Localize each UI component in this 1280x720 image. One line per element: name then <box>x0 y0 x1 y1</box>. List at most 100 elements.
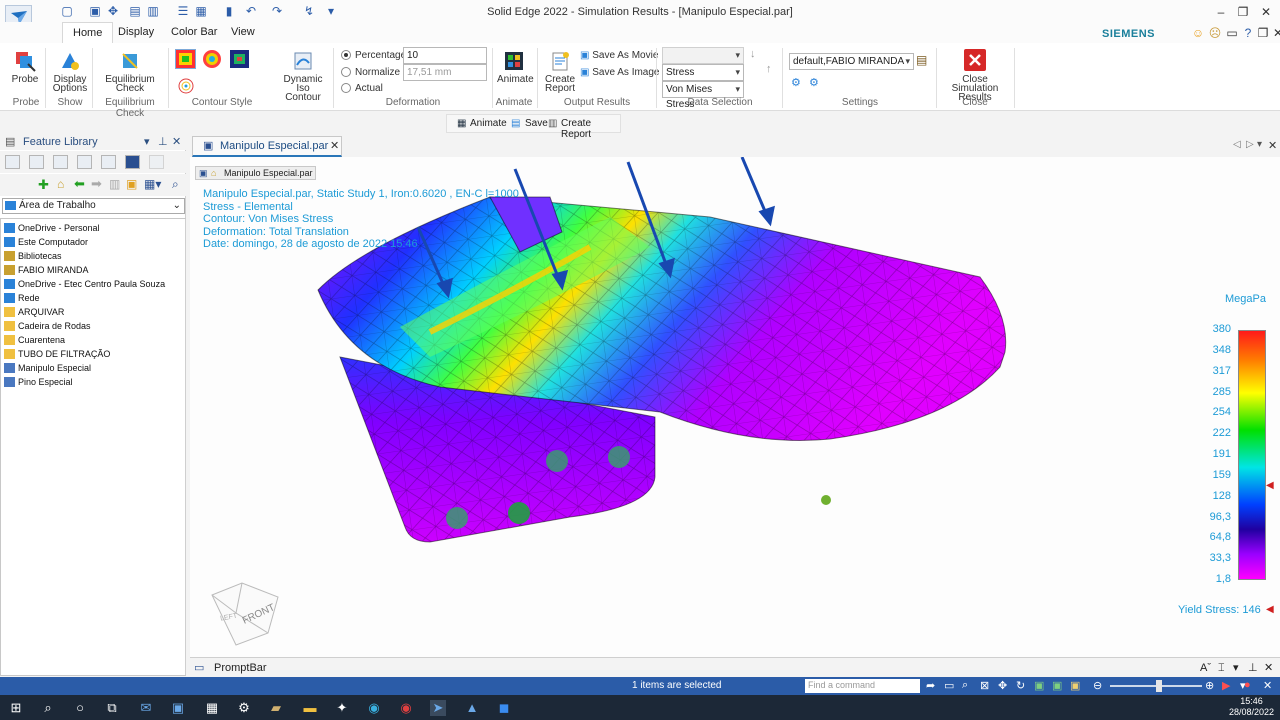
minibar-save-button[interactable]: Save <box>525 118 548 129</box>
normalize-input[interactable]: 17,51 mm <box>403 64 487 81</box>
list-item[interactable]: Manipulo Especial <box>4 361 91 375</box>
tab-display[interactable]: Display <box>108 22 164 43</box>
calculator-icon[interactable]: ▦ <box>204 700 220 716</box>
search-taskbar-icon[interactable]: ⌕ <box>40 700 56 716</box>
contour-smooth-button[interactable] <box>203 50 222 68</box>
list-item[interactable]: Cuarentena <box>4 333 65 347</box>
rotate-icon[interactable]: ↻ <box>1016 679 1025 692</box>
list-item[interactable]: Cadeira de Rodas <box>4 319 91 333</box>
graphics-viewport[interactable]: FRONT LEFT <box>190 156 1280 657</box>
normalize-radio-dot[interactable] <box>341 67 351 78</box>
folder-selector[interactable]: Área de Trabalho ⌄ <box>2 198 185 214</box>
tab-home[interactable]: Home <box>62 22 114 43</box>
tab-list-icon[interactable]: ▾ <box>1257 139 1262 150</box>
solid-edge-taskbar-icon[interactable]: ➤ <box>430 700 446 716</box>
color-bar[interactable] <box>1238 330 1266 580</box>
contour-fringe-button[interactable] <box>175 49 196 69</box>
settings-taskbar-icon[interactable]: ⚙ <box>236 700 252 716</box>
percentage-radio-dot[interactable] <box>341 50 351 61</box>
stress-model-view[interactable]: FRONT LEFT <box>190 156 1280 657</box>
promptbar-options-icon[interactable]: ▾ <box>1233 658 1239 678</box>
zoom-meeting-icon[interactable]: ◼ <box>496 700 512 716</box>
close-simulation-results-button[interactable]: Close Simulation Results <box>940 48 1010 103</box>
share-icon[interactable]: ➦ <box>926 679 935 692</box>
down-arrow-icon[interactable]: ↓ <box>750 48 756 60</box>
store-icon[interactable]: ▣ <box>170 700 186 716</box>
taskbar-clock[interactable]: 15:46 28/08/2022 <box>1229 696 1274 718</box>
pane-tool-icon-5[interactable] <box>101 155 116 169</box>
list-item[interactable]: Pino Especial <box>4 375 73 389</box>
close-doc-icon[interactable]: ✕ <box>1268 24 1280 42</box>
save-as-image-button[interactable]: ▣ Save As Image <box>580 67 660 78</box>
list-item[interactable]: OneDrive - Personal <box>4 221 100 235</box>
up-arrow-icon[interactable]: ↑ <box>766 63 772 75</box>
pin-icon[interactable]: ⊥ <box>158 135 168 148</box>
normalize-radio[interactable]: Normalize <box>341 67 400 78</box>
data-selection-dropdown-3[interactable]: Von Mises Stress <box>662 81 744 110</box>
settings-dropdown[interactable]: default,FABIO MIRANDA <box>789 53 914 70</box>
list-item[interactable]: Rede <box>4 291 40 305</box>
zoom-in-icon[interactable]: ⊕ <box>1205 679 1214 692</box>
equilibrium-check-button[interactable]: Equilibrium Check <box>100 50 160 94</box>
close-window-button[interactable]: ✕ <box>1256 3 1276 21</box>
minibar-create-report-button[interactable]: Create Report <box>561 118 620 140</box>
status-close-icon[interactable]: ✕ <box>1263 679 1272 692</box>
pane-tool-icon-6[interactable] <box>125 155 140 169</box>
pan-icon[interactable]: ✥ <box>998 679 1007 692</box>
text-clear-icon[interactable]: ⌶ <box>1218 658 1225 678</box>
chrome-icon[interactable]: ◉ <box>398 700 414 716</box>
settings-icon-1[interactable]: ⚙ <box>791 76 801 89</box>
list-item[interactable]: OneDrive - Etec Centro Paula Souza <box>4 277 165 291</box>
pane-options-icon[interactable]: ▾ <box>144 135 150 148</box>
promptbar-close-icon[interactable]: ✕ <box>1264 658 1273 678</box>
display-options-button[interactable]: Display Options <box>50 50 90 94</box>
pane-tool-icon-2[interactable] <box>29 155 44 169</box>
probe-button[interactable]: Probe <box>8 50 42 85</box>
document-tab[interactable]: ▣ Manipulo Especial.par ✕ <box>192 136 342 157</box>
forward-icon[interactable]: ➡ <box>91 176 102 192</box>
app-icon-3[interactable]: ▲ <box>464 700 480 716</box>
list-item[interactable]: Este Computador <box>4 235 88 249</box>
percentage-radio[interactable]: Percentage <box>341 50 406 61</box>
mail-icon[interactable]: ✉ <box>138 700 154 716</box>
tab-prev-icon[interactable]: ◁ <box>1233 139 1241 150</box>
data-selection-dropdown-1[interactable] <box>662 47 744 64</box>
file-explorer-icon[interactable]: ▬ <box>302 700 318 716</box>
contour-elemental-button[interactable] <box>230 50 249 68</box>
youtube-icon[interactable]: ▶ <box>1222 679 1230 692</box>
pane-tool-icon-3[interactable] <box>53 155 68 169</box>
dynamic-iso-contour-button[interactable]: Dynamic Iso Contour <box>277 50 329 103</box>
close-tab-icon[interactable]: ✕ <box>330 137 339 156</box>
search-icon[interactable]: ⌕ <box>172 177 179 192</box>
windows-start-icon[interactable]: ⊞ <box>8 700 24 716</box>
pane-tool-icon-1[interactable] <box>5 155 20 169</box>
fit-icon[interactable]: ⊠ <box>980 679 989 692</box>
zoom-slider-thumb[interactable] <box>1156 680 1162 692</box>
animate-button[interactable]: Animate <box>497 50 534 85</box>
viewport-document-chip[interactable]: ▣ ⌂ Manipulo Especial.par <box>195 166 316 180</box>
zoom-icon[interactable]: ⌕ <box>962 679 968 692</box>
percentage-input[interactable]: 10 <box>403 47 487 64</box>
new-folder-icon[interactable]: ▣ <box>126 177 137 191</box>
command-finder-input[interactable]: Find a command <box>805 679 920 693</box>
view-style-icon-2[interactable]: ▣ <box>1052 679 1062 692</box>
view-cube[interactable]: FRONT LEFT <box>211 582 279 646</box>
app-icon-1[interactable]: ▰ <box>268 700 284 716</box>
cortana-icon[interactable]: ○ <box>72 700 88 716</box>
view-style-icon-3[interactable]: ▣ <box>1070 679 1080 692</box>
view-options-icon[interactable]: ▦▾ <box>144 177 161 191</box>
task-view-icon[interactable]: ⧉ <box>104 700 120 716</box>
app-icon-2[interactable]: ✦ <box>334 700 350 716</box>
minibar-animate-button[interactable]: Animate <box>470 118 507 129</box>
tab-next-icon[interactable]: ▷ <box>1246 139 1254 150</box>
settings-save-icon[interactable]: ▤ <box>916 53 927 67</box>
list-item[interactable]: FABIO MIRANDA <box>4 263 89 277</box>
list-item[interactable]: TUBO DE FILTRAÇÃO <box>4 347 110 361</box>
restore-button[interactable]: ❐ <box>1233 3 1253 21</box>
back-icon[interactable]: ⬅ <box>74 176 85 192</box>
actual-radio[interactable]: Actual <box>341 83 383 94</box>
save-as-movie-button[interactable]: ▣ Save As Movie <box>580 50 658 61</box>
data-selection-dropdown-2[interactable]: Stress <box>662 64 744 81</box>
pane-tool-icon-7[interactable] <box>149 155 164 169</box>
view-style-icon-1[interactable]: ▣ <box>1034 679 1044 692</box>
